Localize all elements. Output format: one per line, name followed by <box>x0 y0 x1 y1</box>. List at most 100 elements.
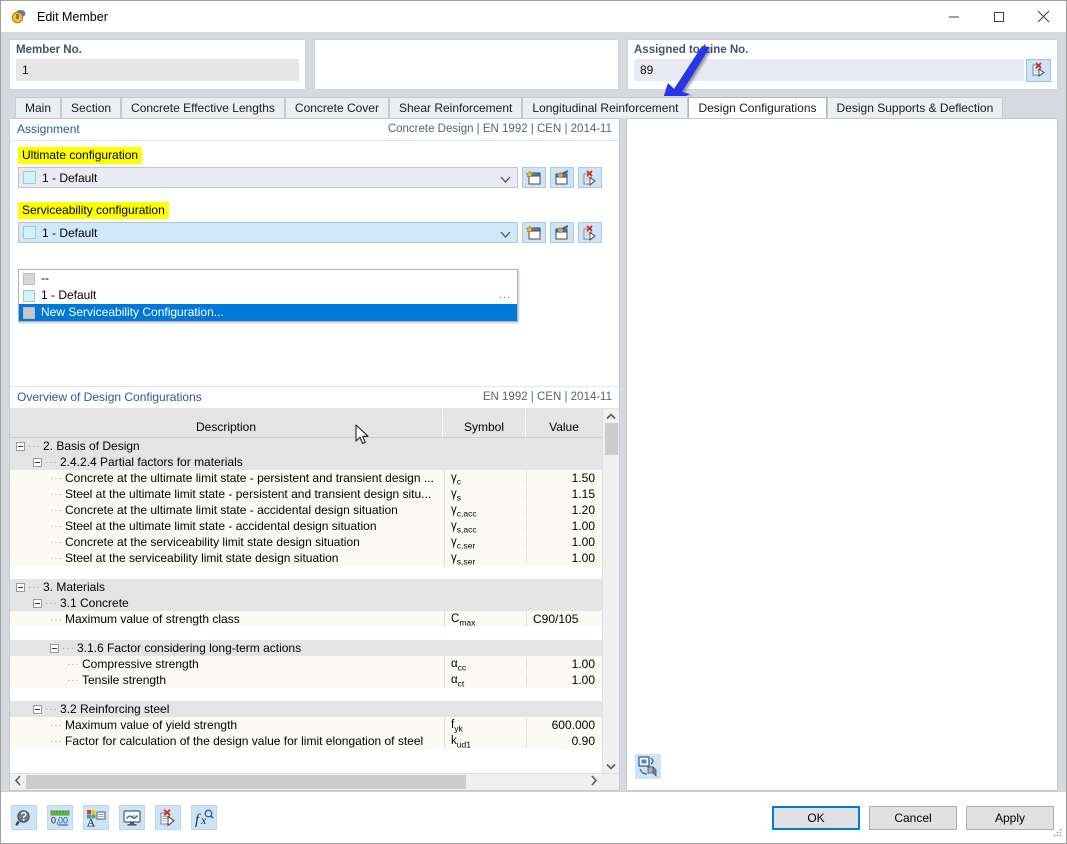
row-description-cell: ···Maximum value of strength class <box>10 612 444 626</box>
formula-fx-icon[interactable]: f x <box>191 805 217 830</box>
table-row[interactable]: ···2. Basis of Design <box>10 438 602 454</box>
display-properties-icon[interactable]: A <box>83 805 109 830</box>
table-row[interactable]: ···Maximum value of strength classCmaxC9… <box>10 611 602 627</box>
row-description: Concrete at the ultimate limit state - p… <box>65 471 434 485</box>
edit-configuration-button[interactable] <box>550 167 574 188</box>
serviceability-configuration-row: 1 - Default <box>18 222 611 243</box>
svg-text:00: 00 <box>58 815 68 825</box>
tab-longitudinal-reinforcement[interactable]: Longitudinal Reinforcement <box>522 97 688 118</box>
table-horizontal-scrollbar[interactable] <box>10 773 619 790</box>
overview-standard: EN 1992 | CEN | 2014-11 <box>483 391 612 403</box>
monitor-view-icon[interactable] <box>119 805 145 830</box>
table-vertical-scrollbar[interactable] <box>602 409 619 773</box>
table-row[interactable]: ···Compressive strengthαcc1.00 <box>10 656 602 672</box>
table-row[interactable]: ···Steel at the serviceability limit sta… <box>10 550 602 566</box>
dropdown-option-new-serviceability-configuration[interactable]: New Serviceability Configuration... <box>19 304 517 321</box>
table-row[interactable]: ···Concrete at the ultimate limit state … <box>10 470 602 486</box>
new-configuration-button[interactable] <box>522 222 546 243</box>
delete-pick-icon[interactable] <box>155 805 181 830</box>
overview-table: Description Symbol Value ···2. Basis of … <box>10 409 602 773</box>
scroll-up-icon[interactable] <box>603 409 619 423</box>
collapse-toggle-icon[interactable] <box>50 644 59 653</box>
table-row[interactable]: ···Steel at the ultimate limit state - a… <box>10 518 602 534</box>
apply-button[interactable]: Apply <box>966 806 1054 830</box>
table-row[interactable]: ···3.2 Reinforcing steel <box>10 701 602 717</box>
row-description: Concrete at the ultimate limit state - a… <box>65 503 398 517</box>
svg-text:A: A <box>87 817 95 827</box>
table-row[interactable]: ···2.4.2.4 Partial factors for materials <box>10 454 602 470</box>
maximize-icon[interactable] <box>976 1 1021 32</box>
table-row[interactable]: ···Steel at the ultimate limit state - p… <box>10 486 602 502</box>
serviceability-configuration-value: 1 - Default <box>42 226 97 240</box>
serviceability-configuration-dropdown[interactable]: -- 1 - Default ... New Serviceability Co… <box>18 269 518 322</box>
table-row[interactable]: ···Concrete at the serviceability limit … <box>10 534 602 550</box>
tab-main[interactable]: Main <box>15 97 61 118</box>
tree-connector: ··· <box>67 659 80 670</box>
collapse-toggle-icon[interactable] <box>16 583 25 592</box>
column-header-description[interactable]: Description <box>10 417 443 437</box>
hscrollbar-track[interactable] <box>26 774 586 790</box>
dropdown-option-default[interactable]: 1 - Default ... <box>19 287 517 304</box>
delete-pick-icon[interactable] <box>1026 59 1051 82</box>
table-row[interactable]: ···Factor for calculation of the design … <box>10 733 602 749</box>
ok-button[interactable]: OK <box>772 806 860 830</box>
row-symbol-text: γc,ser <box>451 536 475 548</box>
chevron-down-icon[interactable] <box>500 173 511 187</box>
collapse-toggle-icon[interactable] <box>33 705 42 714</box>
assigned-line-input[interactable]: 89 <box>634 59 1024 81</box>
row-description: Tensile strength <box>82 673 166 687</box>
row-value: 1.00 <box>526 519 602 533</box>
assignment-standard: Concrete Design | EN 1992 | CEN | 2014-1… <box>388 123 612 135</box>
row-symbol-text: γc,acc <box>451 504 477 516</box>
member-no-input[interactable]: 1 <box>16 59 299 81</box>
table-row[interactable]: ···3.1 Concrete <box>10 595 602 611</box>
tree-connector: ··· <box>50 614 63 625</box>
chevron-down-icon[interactable] <box>500 228 511 242</box>
row-value: 1.50 <box>526 471 602 485</box>
row-description: Compressive strength <box>82 657 199 671</box>
overview-section: Overview of Design Configurations EN 199… <box>10 386 619 790</box>
ultimate-configuration-combo[interactable]: 1 - Default <box>18 167 518 188</box>
serviceability-configuration-combo[interactable]: 1 - Default <box>18 222 518 243</box>
magnifier-question-icon[interactable] <box>11 805 37 830</box>
resize-grip[interactable] <box>1052 827 1063 841</box>
cancel-button[interactable]: Cancel <box>869 806 957 830</box>
edit-configuration-button[interactable] <box>550 222 574 243</box>
table-row[interactable]: ···Concrete at the ultimate limit state … <box>10 502 602 518</box>
row-symbol: γc <box>444 470 526 486</box>
column-header-value[interactable]: Value <box>526 417 602 437</box>
scrollbar-thumb[interactable] <box>605 423 618 455</box>
graphics-preview-pane[interactable] <box>626 118 1058 791</box>
new-configuration-button[interactable] <box>522 167 546 188</box>
scroll-left-icon[interactable] <box>10 775 26 789</box>
decimal-places-icon[interactable]: 0, 00 <box>47 805 73 830</box>
collapse-toggle-icon[interactable] <box>33 599 42 608</box>
row-symbol: γc,acc <box>444 502 526 518</box>
scroll-down-icon[interactable] <box>603 759 619 773</box>
tab-shear-reinforcement[interactable]: Shear Reinforcement <box>389 97 522 118</box>
table-row[interactable]: ···3. Materials <box>10 579 602 595</box>
color-swatch <box>23 307 35 319</box>
row-symbol: γs <box>444 486 526 502</box>
tab-design-supports-deflection[interactable]: Design Supports & Deflection <box>827 97 1004 118</box>
close-icon[interactable] <box>1021 1 1066 32</box>
table-row[interactable]: ···Tensile strengthαct1.00 <box>10 672 602 688</box>
tab-design-configurations[interactable]: Design Configurations <box>688 97 826 118</box>
tab-section[interactable]: Section <box>61 97 121 118</box>
dropdown-option-empty[interactable]: -- <box>19 270 517 287</box>
table-row[interactable]: ···Maximum value of yield strengthfyk600… <box>10 717 602 733</box>
scroll-right-icon[interactable] <box>586 775 602 789</box>
delete-configuration-button[interactable] <box>578 222 602 243</box>
row-description-cell: ···Factor for calculation of the design … <box>10 734 444 748</box>
collapse-toggle-icon[interactable] <box>33 458 42 467</box>
tab-concrete-cover[interactable]: Concrete Cover <box>285 97 389 118</box>
dropdown-option-ellipsis[interactable]: ... <box>499 287 511 304</box>
hscrollbar-thumb[interactable] <box>26 775 466 789</box>
minimize-icon[interactable] <box>931 1 976 32</box>
collapse-toggle-icon[interactable] <box>16 442 25 451</box>
delete-configuration-button[interactable] <box>578 167 602 188</box>
tab-concrete-effective-lengths[interactable]: Concrete Effective Lengths <box>121 97 285 118</box>
render-view-icon[interactable] <box>635 754 661 782</box>
column-header-symbol[interactable]: Symbol <box>443 417 526 437</box>
table-row[interactable]: ···3.1.6 Factor considering long-term ac… <box>10 640 602 656</box>
